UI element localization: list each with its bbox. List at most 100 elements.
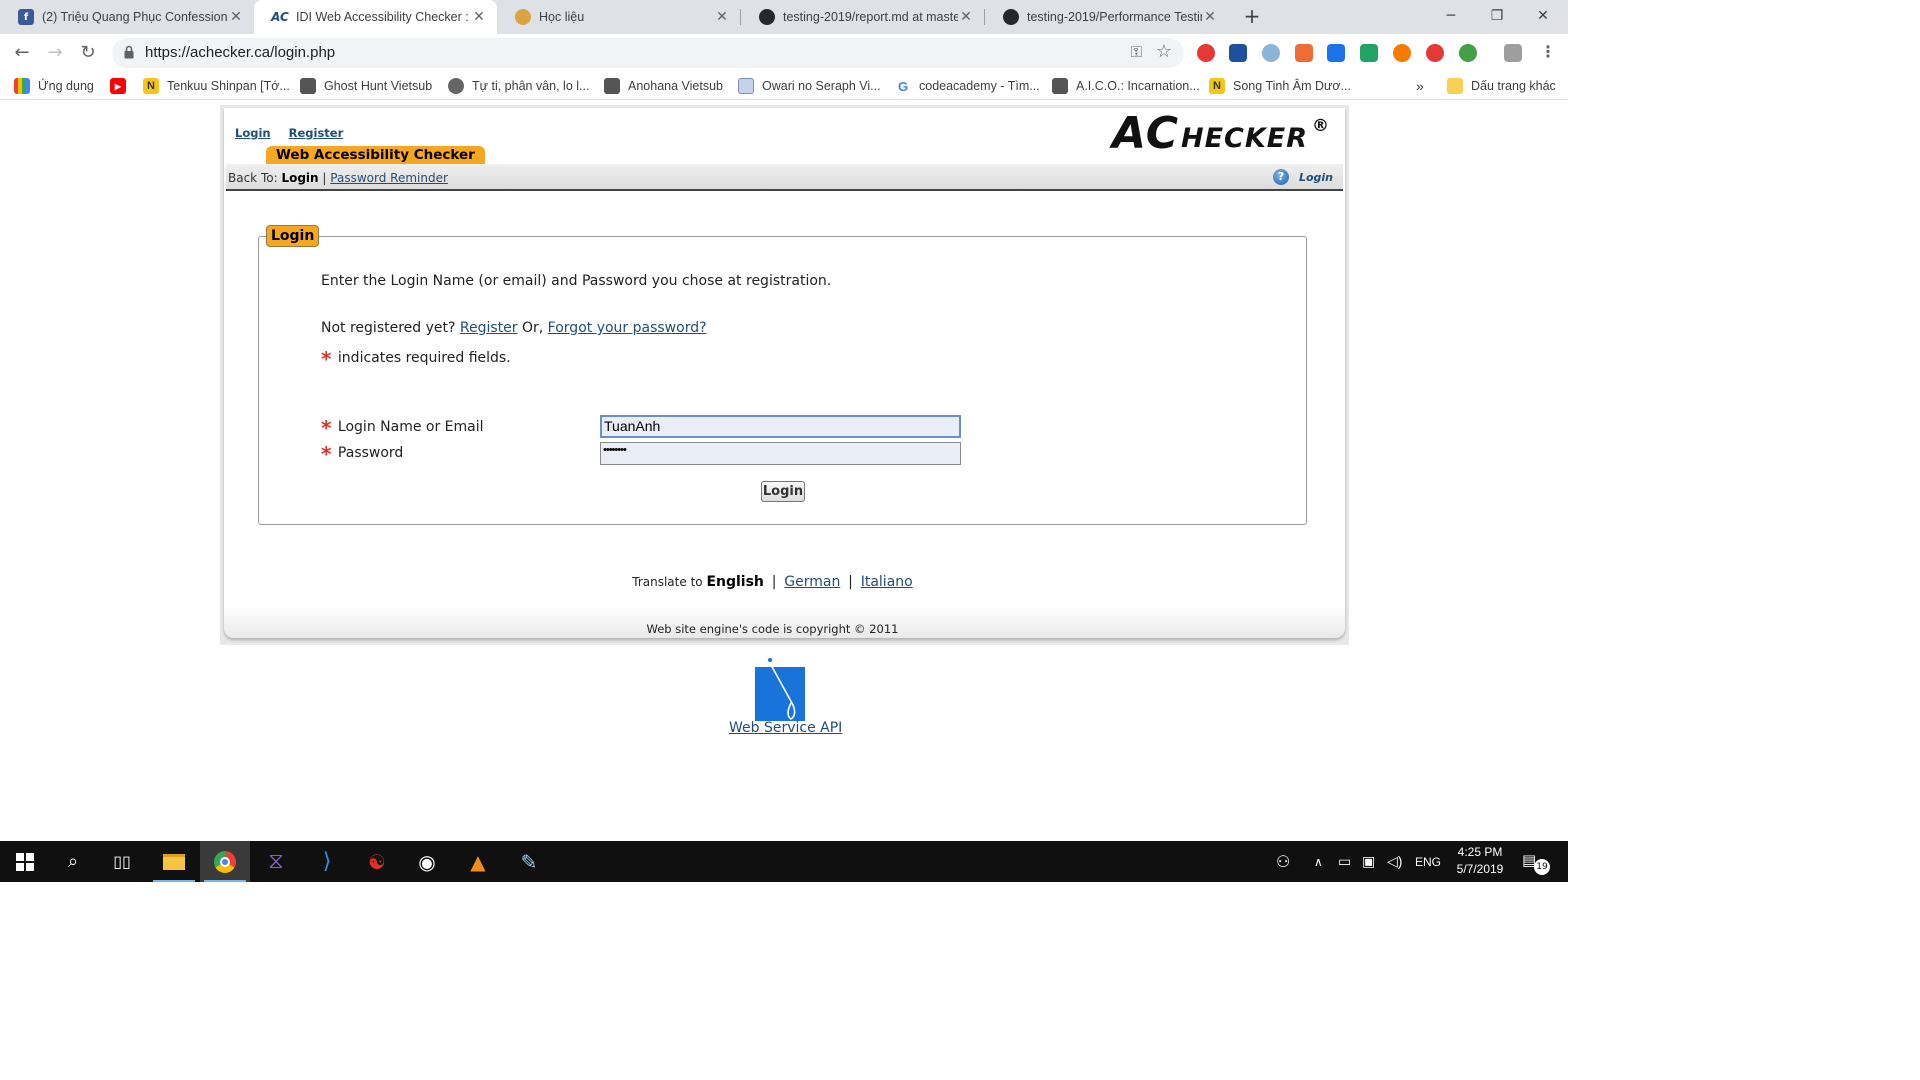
forward-arrow-icon[interactable]: → xyxy=(43,41,67,65)
search-icon[interactable]: ⌕ xyxy=(48,841,98,882)
new-tab-plus-icon[interactable]: + xyxy=(1240,4,1264,28)
bookmark-codeacademy[interactable]: G codeacademy - Tìm... xyxy=(895,77,1040,95)
visual-studio-icon[interactable]: ⧖ xyxy=(251,841,301,882)
file-explorer-icon[interactable] xyxy=(149,841,199,882)
web-service-api-link[interactable]: Web Service API xyxy=(729,720,842,736)
bookmark-tenkuu[interactable]: N Tenkuu Shinpan [Tớ... xyxy=(143,77,290,95)
bookmark-anohana[interactable]: Anohana Vietsub xyxy=(604,77,723,95)
password-input[interactable]: •••••••• xyxy=(600,442,961,465)
tab-facebook[interactable]: f (2) Triệu Quang Phục Confessions ✕ xyxy=(0,0,254,34)
minimize-icon[interactable]: ─ xyxy=(1428,0,1474,34)
anime-icon xyxy=(300,78,316,94)
extension-cart-icon[interactable] xyxy=(1426,44,1444,62)
achecker-logo[interactable]: AC HECKER ® xyxy=(1112,106,1330,156)
language-selector: Translate to English | German | Italiano xyxy=(224,574,1321,590)
extension-orange-icon[interactable] xyxy=(1295,44,1313,62)
page-icon xyxy=(738,78,754,94)
web-service-api-logo-icon[interactable] xyxy=(755,657,805,721)
bookmark-apps[interactable]: Ứng dụng xyxy=(14,77,94,95)
browser-toolbar: ← → ↻ https://achecker.ca/login.php ⚿ ☆ … xyxy=(0,34,1568,72)
paint-icon[interactable]: ✎ xyxy=(504,841,554,882)
top-register-link[interactable]: Register xyxy=(289,126,344,140)
extension-j-icon[interactable] xyxy=(1229,44,1247,62)
close-icon[interactable]: ✕ xyxy=(471,9,487,25)
extension-mail-icon[interactable] xyxy=(1327,44,1345,62)
extension-excel-icon[interactable] xyxy=(1360,44,1378,62)
bookmark-other[interactable]: Dấu trang khác xyxy=(1447,77,1556,95)
vlc-icon[interactable]: ▲ xyxy=(453,841,503,882)
bookmark-youtube[interactable]: ▶ xyxy=(110,77,134,95)
lock-icon xyxy=(124,45,134,59)
close-icon[interactable]: ✕ xyxy=(958,9,974,25)
key-icon[interactable]: ⚿ xyxy=(1131,43,1142,61)
bookmark-label: Owari no Seraph Vi... xyxy=(762,79,881,93)
windows-start-icon[interactable] xyxy=(0,841,50,882)
back-arrow-icon[interactable]: ← xyxy=(10,41,34,65)
extension-globe-icon[interactable] xyxy=(1459,44,1477,62)
close-icon[interactable]: ✕ xyxy=(228,9,244,25)
register-link[interactable]: Register xyxy=(460,320,518,336)
tab-hoc-lieu[interactable]: Học liệu ✕ xyxy=(497,0,740,34)
logo-ac: AC xyxy=(1112,108,1179,159)
bookmark-owari[interactable]: Owari no Seraph Vi... xyxy=(738,77,881,95)
volume-icon[interactable]: ◁) xyxy=(1387,841,1402,882)
breadcrumb-current: Login xyxy=(281,171,319,185)
tab-achecker[interactable]: AC IDI Web Accessibility Checker : Login… xyxy=(254,0,497,34)
system-clock[interactable]: 4:25 PM 5/7/2019 xyxy=(1450,844,1510,878)
browser-menu-icon[interactable]: ⋮ xyxy=(1540,42,1556,61)
site-title-tab: Web Accessibility Checker xyxy=(266,146,485,164)
bookmark-tu-ti[interactable]: Tự ti, phân vân, lo l... xyxy=(448,77,589,95)
tab-title: testing-2019/Performance Testing xyxy=(1027,10,1202,24)
people-icon[interactable]: ⚇ xyxy=(1276,841,1290,882)
language-separator: | xyxy=(848,574,853,590)
clock-time: 4:25 PM xyxy=(1457,845,1503,859)
chrome-icon[interactable] xyxy=(200,841,250,882)
bookmarks-overflow-button[interactable]: » xyxy=(1416,77,1424,95)
login-name-input[interactable]: TuanAnh xyxy=(600,415,961,438)
breadcrumb-separator: | xyxy=(322,171,327,185)
language-german-link[interactable]: German xyxy=(784,574,840,590)
battery-icon[interactable]: ▭ xyxy=(1338,841,1351,882)
youtube-icon: ▶ xyxy=(110,78,126,94)
url-text[interactable]: https://achecker.ca/login.php xyxy=(145,44,335,61)
close-icon[interactable]: ✕ xyxy=(714,9,730,25)
vscode-icon[interactable]: ⟩ xyxy=(302,841,352,882)
bookmarks-bar: Ứng dụng ▶ N Tenkuu Shinpan [Tớ... Ghost… xyxy=(0,72,1568,100)
language-italiano-link[interactable]: Italiano xyxy=(861,574,913,590)
restore-icon[interactable]: ❐ xyxy=(1474,0,1520,34)
bookmark-song-tinh[interactable]: N Song Tinh Âm Dươ... xyxy=(1209,77,1351,95)
tray-chevron-up-icon[interactable]: ∧ xyxy=(1314,841,1323,882)
extension-puzzle-icon[interactable] xyxy=(1504,44,1522,62)
action-center-icon[interactable]: ▤ 19 xyxy=(1522,851,1552,875)
tab-github-performance[interactable]: testing-2019/Performance Testing ✕ xyxy=(985,0,1228,34)
copyright-text: Web site engine's code is copyright © 20… xyxy=(646,622,899,636)
top-login-link[interactable]: Login xyxy=(235,126,271,140)
extension-eye-icon[interactable] xyxy=(1262,44,1280,62)
required-star: * xyxy=(321,416,332,440)
help-login-link[interactable]: ? Login xyxy=(1272,169,1333,185)
n-logo-icon: N xyxy=(143,78,159,94)
window-close-icon[interactable]: ✕ xyxy=(1520,0,1566,34)
forgot-password-link[interactable]: Forgot your password? xyxy=(548,320,707,336)
reload-icon[interactable]: ↻ xyxy=(76,41,100,65)
bookmark-aico[interactable]: A.I.C.O.: Incarnation... xyxy=(1052,77,1200,95)
obs-icon[interactable]: ◉ xyxy=(402,841,452,882)
bookmark-ghost-hunt[interactable]: Ghost Hunt Vietsub xyxy=(300,77,432,95)
password-reminder-link[interactable]: Password Reminder xyxy=(330,171,448,185)
close-icon[interactable]: ✕ xyxy=(1202,9,1218,25)
login-submit-button[interactable]: Login xyxy=(761,481,805,502)
network-icon[interactable]: ▣ xyxy=(1362,841,1375,882)
garena-icon[interactable]: ☯ xyxy=(352,841,402,882)
required-note: * indicates required fields. xyxy=(321,347,511,371)
input-language[interactable]: ENG xyxy=(1415,841,1441,882)
address-bar[interactable]: https://achecker.ca/login.php ⚿ ☆ xyxy=(112,38,1184,68)
back-to-label: Back To: xyxy=(228,171,278,185)
star-icon[interactable]: ☆ xyxy=(1156,41,1172,62)
bookmark-label: Ghost Hunt Vietsub xyxy=(324,79,433,93)
task-view-icon[interactable]: ▯▯ xyxy=(97,841,147,882)
tab-github-report[interactable]: testing-2019/report.md at master ✕ xyxy=(741,0,984,34)
language-separator: | xyxy=(771,574,777,590)
registration-prompt: Not registered yet? Register Or, Forgot … xyxy=(321,320,707,336)
extension-fire-icon[interactable] xyxy=(1393,44,1411,62)
extension-red-icon[interactable] xyxy=(1197,44,1215,62)
